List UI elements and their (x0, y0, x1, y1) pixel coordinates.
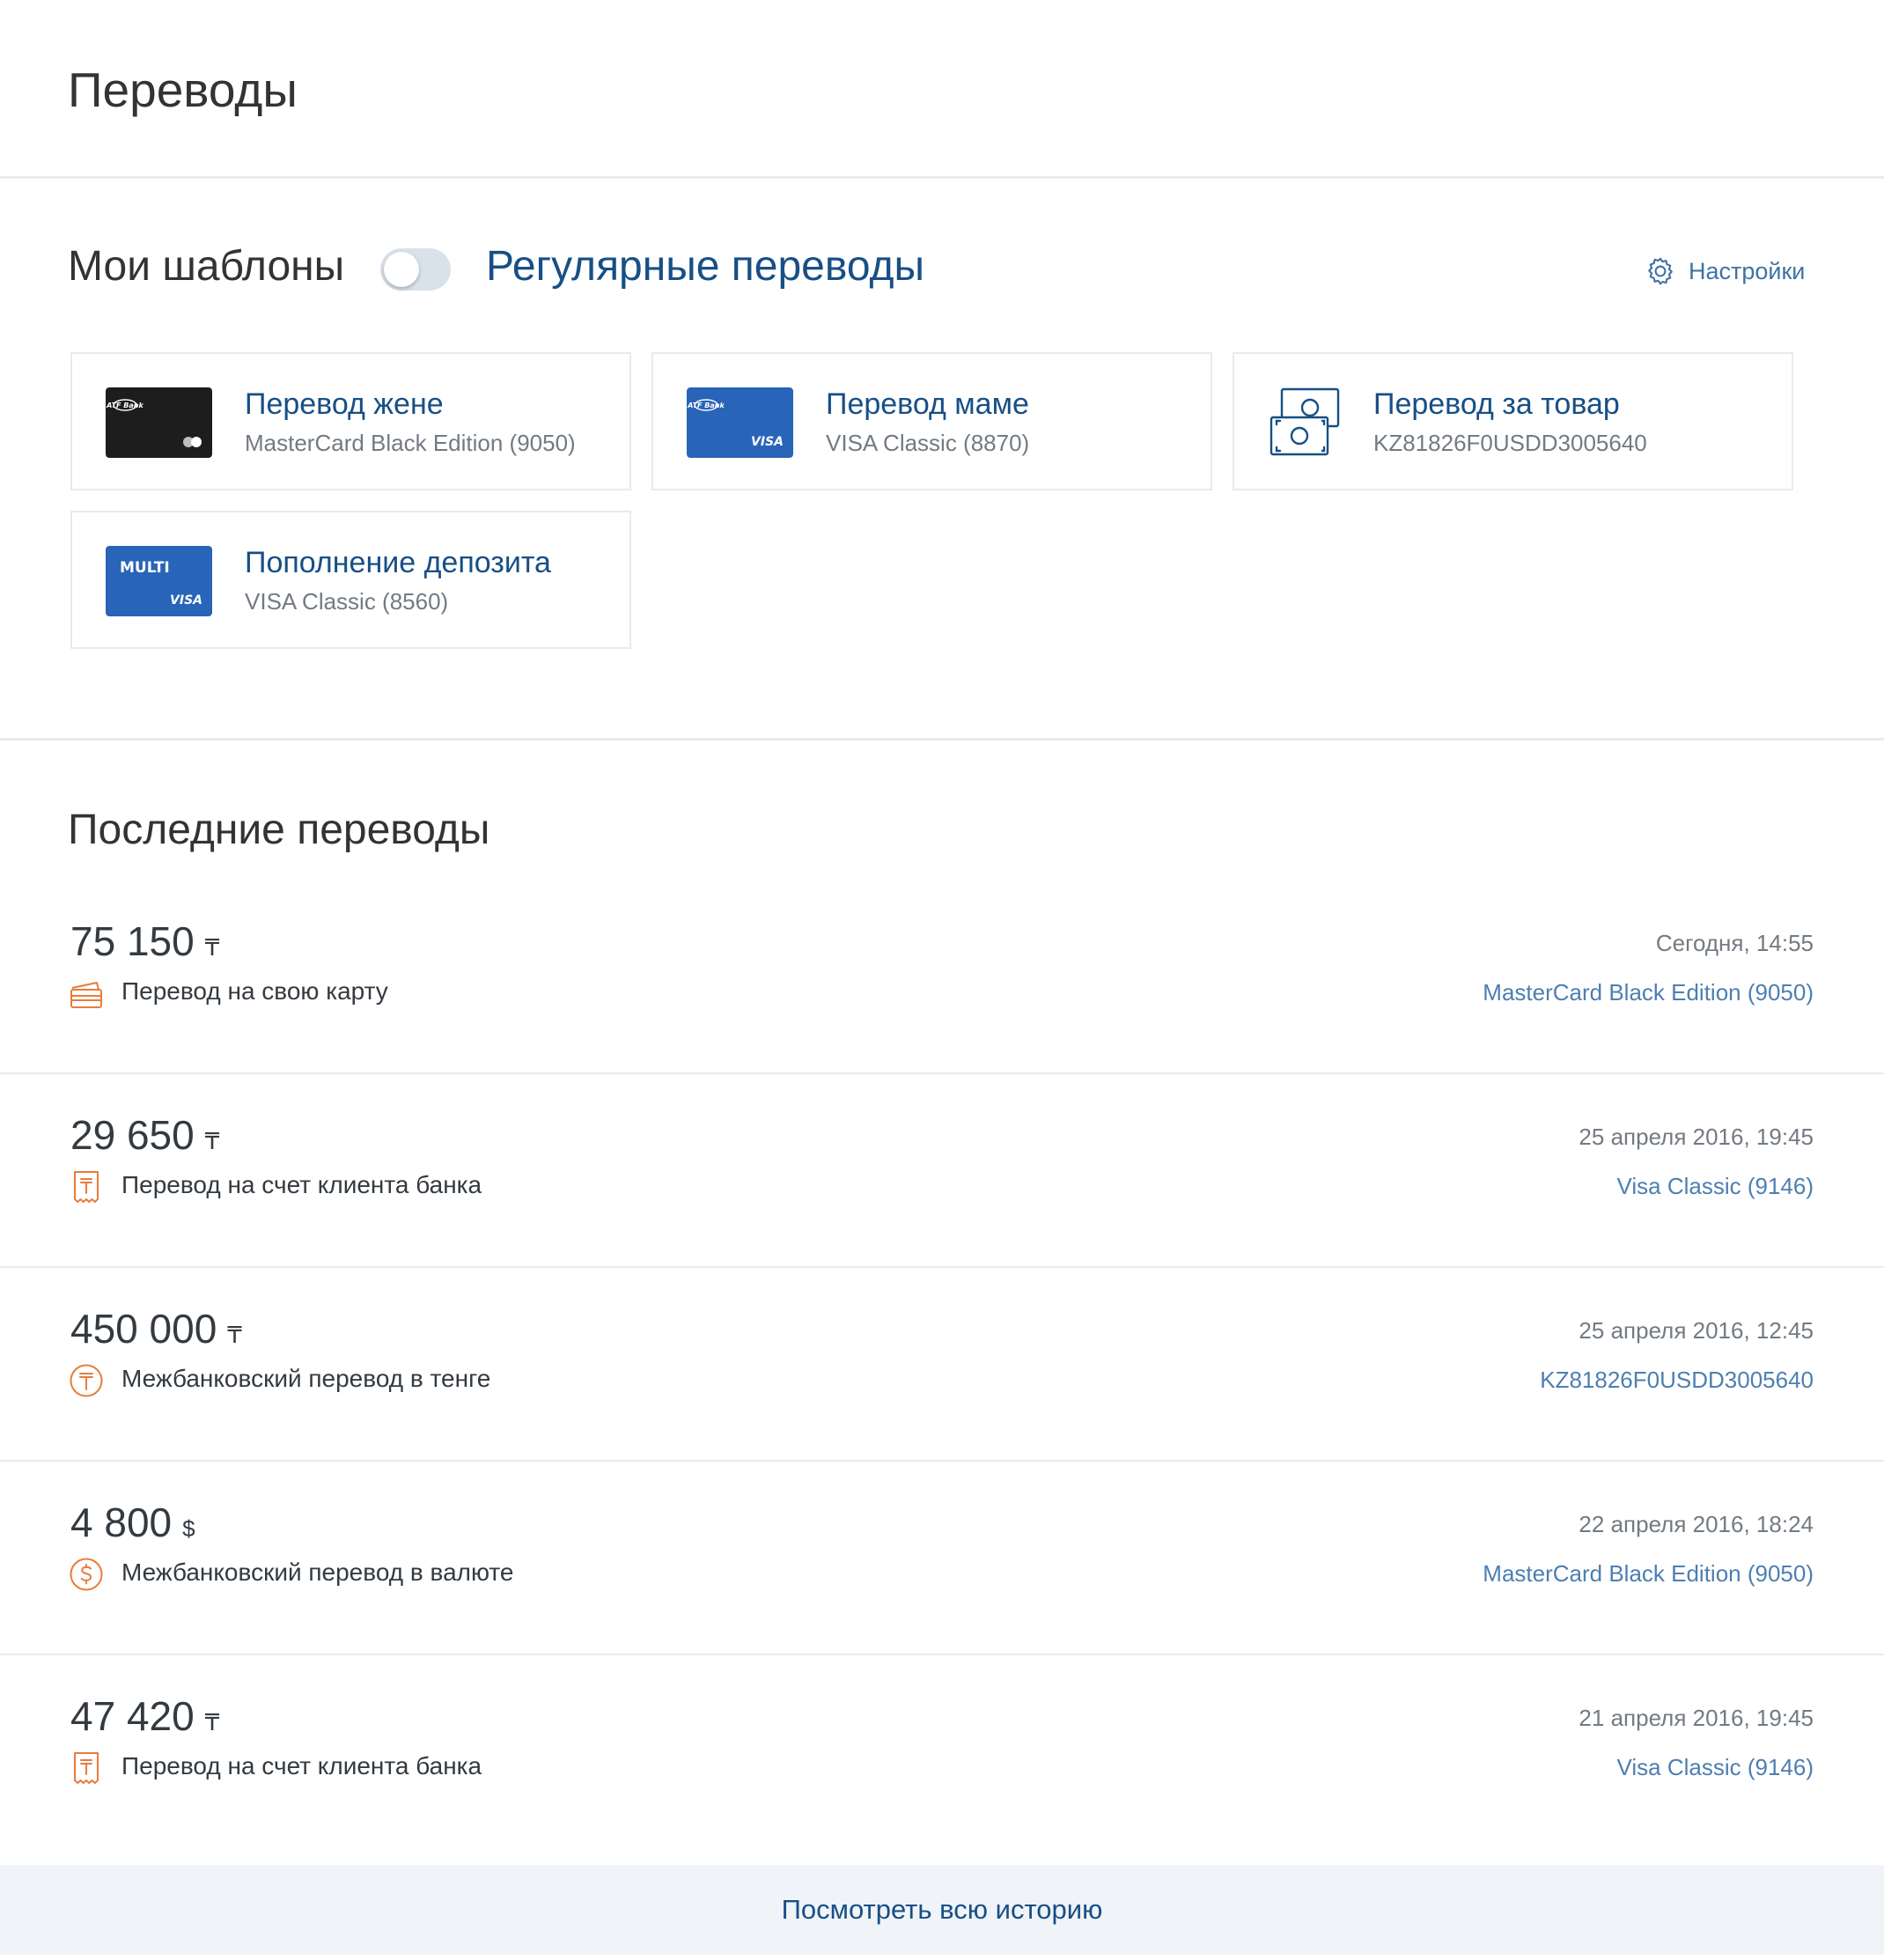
transaction-date: 25 апреля 2016, 19:45 (1579, 1124, 1814, 1150)
transaction-date: Сегодня, 14:55 (1655, 930, 1814, 956)
transaction-amount: 450 000 ₸ (70, 1305, 242, 1352)
transaction-amount: 75 150 ₸ (70, 917, 219, 965)
transaction-account-link[interactable]: KZ81826F0USDD3005640 (1540, 1367, 1814, 1394)
receipt-tenge-icon (74, 1171, 99, 1203)
dollar-coin-icon (70, 1558, 103, 1591)
transaction-date: 21 апреля 2016, 19:45 (1579, 1705, 1814, 1731)
template-card[interactable]: ATF Bank VISA Перевод маме VISA Classic … (651, 352, 1212, 490)
page-title: Переводы (68, 63, 298, 117)
card-brand: ATF Bank (687, 402, 725, 409)
transaction-type: Перевод на счет клиента банка (121, 1171, 482, 1198)
transaction-row[interactable]: 450 000 ₸ Межбанковский перевод в тенге 2… (0, 1268, 1884, 1462)
templates-toggle[interactable] (380, 248, 451, 291)
transaction-date: 22 апреля 2016, 18:24 (1579, 1511, 1814, 1537)
template-card[interactable]: Перевод за товар KZ81826F0USDD3005640 (1233, 352, 1793, 490)
transaction-account-link[interactable]: MasterCard Black Edition (9050) (1483, 979, 1814, 1006)
transaction-type: Межбанковский перевод в валюте (121, 1558, 514, 1586)
template-title: Пополнение депозита (245, 546, 551, 579)
templates-divider (0, 738, 1884, 741)
header-divider (0, 176, 1884, 179)
recent-transfers-title: Последние переводы (68, 807, 490, 853)
view-history-link[interactable]: Посмотреть всю историю (782, 1894, 1103, 1925)
toggle-knob (384, 252, 419, 287)
amount-value: 47 420 (70, 1693, 195, 1739)
gear-icon (1648, 257, 1673, 285)
template-title: Перевод маме (826, 387, 1029, 421)
template-card[interactable]: MULTI VISA Пополнение депозита VISA Clas… (70, 511, 631, 649)
transaction-row[interactable]: 4 800 $ Межбанковский перевод в валюте 22… (0, 1462, 1884, 1655)
transaction-type: Межбанковский перевод в тенге (121, 1365, 491, 1392)
atf-visa-card-icon: ATF Bank VISA (687, 387, 793, 458)
regular-transfers-tab[interactable]: Регулярные переводы (486, 236, 924, 298)
settings-label: Настройки (1689, 257, 1806, 284)
template-title: Перевод жене (245, 387, 444, 421)
banknotes-icon (1269, 387, 1340, 456)
currency-symbol: $ (182, 1515, 195, 1542)
multi-visa-card-icon: MULTI VISA (106, 546, 212, 616)
receipt-tenge-icon (74, 1752, 99, 1784)
transaction-type: Перевод на свою карту (121, 977, 388, 1005)
tenge-coin-icon (70, 1364, 103, 1397)
history-footer: Посмотреть всю историю (0, 1865, 1884, 1955)
currency-symbol: ₸ (204, 1709, 220, 1735)
transaction-row[interactable]: 47 420 ₸ Перевод на счет клиента банка 21… (0, 1655, 1884, 1865)
card-network: VISA (170, 593, 202, 608)
card-icon (70, 982, 102, 1008)
card-brand: MULTI (120, 559, 170, 577)
template-subtitle: VISA Classic (8560) (245, 588, 449, 615)
transaction-account-link[interactable]: Visa Classic (9146) (1616, 1173, 1814, 1200)
transaction-amount: 4 800 $ (70, 1499, 195, 1546)
transaction-date: 25 апреля 2016, 12:45 (1579, 1317, 1814, 1344)
card-brand: ATF Bank (106, 402, 144, 409)
template-title: Перевод за товар (1373, 387, 1620, 421)
my-templates-tab[interactable]: Мои шаблоны (68, 236, 344, 298)
template-subtitle: KZ81826F0USDD3005640 (1373, 430, 1647, 456)
transaction-type: Перевод на счет клиента банка (121, 1752, 482, 1779)
transaction-row[interactable]: 75 150 ₸ Перевод на свою карту Сегодня, 1… (0, 881, 1884, 1074)
transaction-row[interactable]: 29 650 ₸ Перевод на счет клиента банка 25… (0, 1074, 1884, 1268)
transaction-account-link[interactable]: Visa Classic (9146) (1616, 1754, 1814, 1781)
card-network: VISA (751, 435, 784, 449)
amount-value: 75 150 (70, 918, 195, 964)
currency-symbol: ₸ (204, 934, 220, 961)
transaction-amount: 29 650 ₸ (70, 1111, 219, 1159)
amount-value: 4 800 (70, 1499, 173, 1545)
transaction-account-link[interactable]: MasterCard Black Edition (9050) (1483, 1560, 1814, 1588)
transaction-amount: 47 420 ₸ (70, 1692, 219, 1740)
template-subtitle: VISA Classic (8870) (826, 430, 1030, 456)
amount-value: 29 650 (70, 1112, 195, 1158)
settings-button[interactable]: Настройки (1645, 254, 1805, 289)
currency-symbol: ₸ (204, 1128, 220, 1154)
template-subtitle: MasterCard Black Edition (9050) (245, 430, 576, 456)
atf-black-card-icon: ATF Bank (106, 387, 212, 458)
amount-value: 450 000 (70, 1306, 217, 1352)
currency-symbol: ₸ (227, 1322, 242, 1348)
template-card[interactable]: ATF Bank Перевод жене MasterCard Black E… (70, 352, 631, 490)
